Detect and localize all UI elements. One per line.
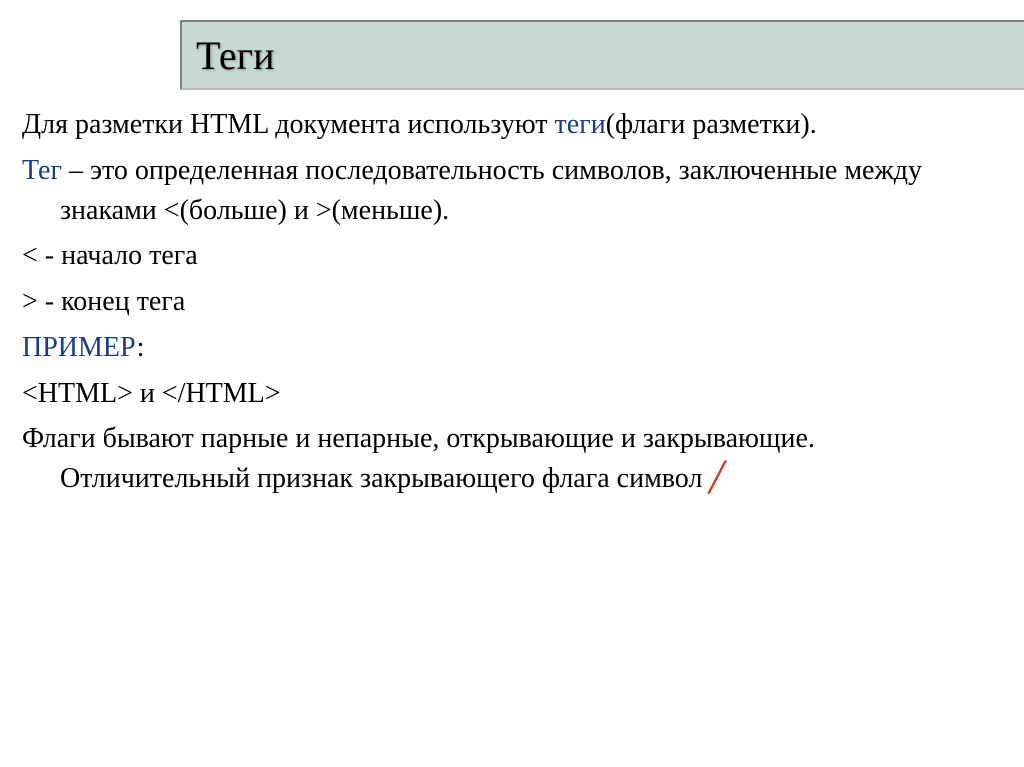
text: Для разметки HTML документа используют [22,109,555,140]
title-bar: Теги [180,20,1024,90]
text: – это определенная последовательность си… [60,155,922,226]
label-example: ПРИМЕР [22,332,137,363]
text: Флаги бывают парные и непарные, открываю… [22,423,815,494]
term-tag: Тег [22,155,62,186]
paragraph-definition: Тег – это определенная последовательност… [22,151,1002,231]
slide-title: Теги [196,32,274,79]
line-start-tag: < - начало тега [22,236,1002,276]
text: (флаги разметки). [606,109,817,140]
term-tags: теги [555,109,606,140]
text: : [137,332,145,363]
paragraph-intro: Для разметки HTML документа используют т… [22,105,1002,145]
line-example-label: ПРИМЕР: [22,328,1002,368]
content-area: Для разметки HTML документа используют т… [22,105,1002,505]
paragraph-flags: Флаги бывают парные и непарные, открываю… [22,419,1002,499]
line-end-tag: > - конец тега [22,282,1002,322]
slash-symbol: / [709,448,723,504]
line-example-code: <HTML> и </HTML> [22,374,1002,414]
